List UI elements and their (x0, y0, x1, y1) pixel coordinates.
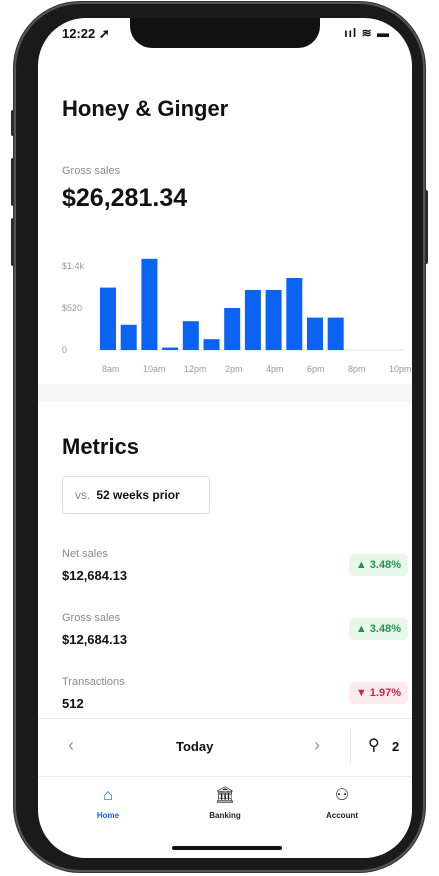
y-tick-label: $520 (62, 303, 82, 313)
tab-home[interactable]: ⌂ Home (68, 787, 148, 820)
tab-label: Account (326, 811, 358, 820)
chart-bar[interactable] (203, 339, 220, 350)
x-tick-label: 10pm (389, 364, 412, 374)
chart-bar[interactable] (120, 324, 137, 350)
metric-gross-sales[interactable]: Gross sales $12,684.13 ▲ 3.48% (62, 612, 412, 666)
comparison-period: 52 weeks prior (96, 488, 180, 502)
home-icon: ⌂ (103, 787, 113, 804)
notch (130, 18, 320, 48)
app-screen: 12:22 ➚ ııl ≋ ▬ Honey & Ginger Gross sal… (38, 18, 412, 858)
metric-label: Net sales (62, 548, 108, 560)
metric-value: $12,684.13 (62, 568, 128, 583)
chart-bar[interactable] (286, 278, 303, 350)
tab-label: Home (96, 811, 120, 820)
bank-icon: 🏛 (214, 787, 236, 804)
chart-bar[interactable] (265, 290, 282, 350)
gross-sales-label: Gross sales (62, 165, 121, 177)
metric-label: Transactions (62, 676, 125, 688)
comparison-selector[interactable]: vs. 52 weeks prior (62, 476, 210, 514)
metric-value: $12,684.13 (62, 632, 128, 647)
x-tick-label: 4pm (266, 364, 284, 374)
account-icon: ⚇ (334, 787, 350, 804)
y-tick-label: 0 (62, 345, 67, 355)
tab-label: Banking (209, 811, 241, 820)
chart-bar[interactable] (307, 317, 323, 350)
x-tick-label: 6pm (307, 364, 325, 374)
x-tick-label: 12pm (184, 364, 207, 374)
tab-account[interactable]: ⚇ Account (302, 787, 382, 820)
status-icons: ııl ≋ ▬ (344, 26, 390, 40)
metric-label: Gross sales (62, 612, 121, 624)
chart-bar[interactable] (327, 317, 344, 350)
metric-change-badge: ▲ 3.48% (348, 554, 408, 576)
tab-bar: ⌂ Home 🏛 Banking ⚇ Account (38, 776, 412, 837)
chevron-right-icon[interactable]: › (314, 735, 320, 756)
date-range-label[interactable]: Today (176, 739, 213, 754)
tab-banking[interactable]: 🏛 Banking (185, 787, 265, 820)
business-name: Honey & Ginger (62, 96, 229, 121)
x-tick-label: 2pm (225, 364, 243, 374)
chart-bar[interactable] (100, 287, 116, 350)
chart-bar[interactable] (224, 308, 241, 350)
metrics-title: Metrics (62, 434, 140, 459)
date-navigation: ‹ Today › ⚲ 2 (38, 718, 412, 773)
sales-bar-chart: $1.4k $520 0 8am 10am 12pm 2pm 4pm 6pm 8pm 10pm (62, 258, 412, 374)
section-divider (38, 384, 412, 402)
chart-bar[interactable] (182, 321, 199, 350)
status-time: 12:22 ➚ (62, 26, 110, 41)
gross-sales-value: $26,281.34 (62, 184, 188, 212)
y-tick-label: $1.4k (62, 261, 85, 271)
metric-change-badge: ▲ 3.48% (348, 618, 408, 640)
chart-bar[interactable] (141, 258, 158, 350)
x-tick-label: 8pm (348, 364, 366, 374)
home-indicator (172, 846, 282, 850)
chart-bar[interactable] (244, 290, 261, 350)
comparison-prefix: vs. (75, 488, 91, 502)
chevron-left-icon[interactable]: ‹ (68, 735, 74, 756)
x-tick-label: 8am (102, 364, 120, 374)
x-tick-label: 10am (143, 364, 166, 374)
metric-net-sales[interactable]: Net sales $12,684.13 ▲ 3.48% (62, 548, 412, 602)
chart-bar[interactable] (162, 347, 179, 350)
location-count[interactable]: 2 (392, 739, 399, 754)
location-pin-icon[interactable]: ⚲ (368, 735, 380, 755)
metric-change-badge: ▼ 1.97% (348, 682, 408, 704)
sales-chart[interactable]: $1.4k $520 0 8am 10am 12pm 2pm 4pm 6pm 8pm 10pm (52, 232, 412, 382)
metric-value: 512 (62, 696, 84, 711)
nav-divider (350, 729, 351, 765)
